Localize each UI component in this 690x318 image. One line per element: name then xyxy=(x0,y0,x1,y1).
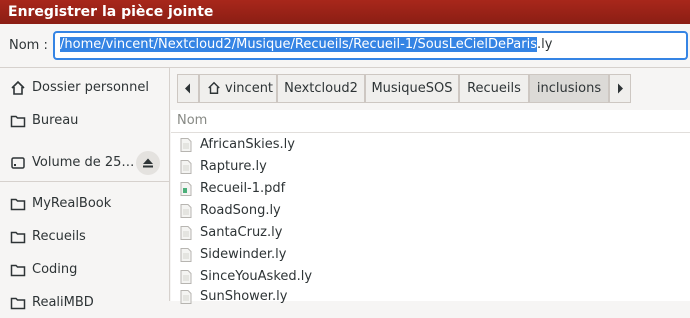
sidebar-item-myrealbook[interactable]: MyRealBook xyxy=(0,189,170,219)
filename-selected-text: /home/vincent/Nextcloud2/Musique/Recueil… xyxy=(60,37,537,52)
sidebar-item-label: Coding xyxy=(32,262,78,277)
file-name: Recueil-1.pdf xyxy=(200,181,286,196)
file-row[interactable]: SunShower.ly xyxy=(171,286,690,308)
pdf-file-icon xyxy=(180,182,192,196)
filename-input[interactable]: /home/vincent/Nextcloud2/Musique/Recueil… xyxy=(53,31,688,60)
text-file-icon xyxy=(180,160,192,174)
breadcrumb-item-recueils[interactable]: Recueils xyxy=(459,74,529,103)
file-row[interactable]: Sidewinder.ly xyxy=(171,244,690,266)
eject-icon xyxy=(143,158,153,168)
sidebar-separator xyxy=(0,181,170,182)
chevron-left-icon xyxy=(185,83,190,94)
breadcrumb-label: MusiqueSOS xyxy=(371,81,453,96)
home-icon xyxy=(11,80,25,95)
sidebar: Dossier personnel Bureau Volume de 25… M… xyxy=(0,68,170,310)
file-row[interactable]: RoadSong.ly xyxy=(171,200,690,222)
sidebar-item-label: Dossier personnel xyxy=(32,80,150,95)
breadcrumb-label: vincent xyxy=(225,81,274,96)
file-name: SinceYouAsked.ly xyxy=(200,269,313,284)
file-name: SantaCruz.ly xyxy=(200,225,283,240)
sidebar-item-bureau[interactable]: Bureau xyxy=(0,106,170,136)
text-file-icon xyxy=(180,204,192,218)
breadcrumb-label: inclusions xyxy=(536,81,602,96)
file-row[interactable]: Rapture.ly xyxy=(171,156,690,178)
eject-button[interactable] xyxy=(136,151,160,175)
breadcrumb-label: Recueils xyxy=(467,81,521,96)
file-row[interactable]: AfricanSkies.ly xyxy=(171,134,690,156)
breadcrumb: vincent Nextcloud2 MusiqueSOS Recueils i… xyxy=(171,68,690,110)
breadcrumb-forward-button[interactable] xyxy=(609,74,631,103)
folder-icon xyxy=(10,264,26,277)
home-icon xyxy=(208,81,220,94)
file-name: Rapture.ly xyxy=(200,159,267,174)
sidebar-item-volume[interactable]: Volume de 25… xyxy=(0,148,170,178)
text-file-icon xyxy=(180,138,192,152)
sidebar-item-label: Recueils xyxy=(32,229,86,244)
column-header-label: Nom xyxy=(177,113,208,128)
file-row[interactable]: SantaCruz.ly xyxy=(171,222,690,244)
sidebar-item-label: Bureau xyxy=(32,113,79,128)
drive-icon xyxy=(11,157,25,169)
breadcrumb-item-inclusions[interactable]: inclusions xyxy=(529,74,609,103)
text-file-icon xyxy=(180,226,192,240)
text-file-icon xyxy=(180,290,192,304)
sidebar-item-recueils[interactable]: Recueils xyxy=(0,222,170,252)
folder-icon xyxy=(10,115,26,128)
file-name: RoadSong.ly xyxy=(200,203,281,218)
file-name: SunShower.ly xyxy=(200,289,288,304)
sidebar-item-home[interactable]: Dossier personnel xyxy=(0,73,170,103)
column-header-name[interactable]: Nom xyxy=(171,110,690,133)
filename-extension-text: .ly xyxy=(536,37,553,52)
folder-icon xyxy=(10,297,26,310)
file-name: AfricanSkies.ly xyxy=(200,137,295,152)
text-file-icon xyxy=(180,270,192,284)
sidebar-item-label: MyRealBook xyxy=(32,196,112,211)
file-row[interactable]: SinceYouAsked.ly xyxy=(171,266,690,288)
folder-icon xyxy=(10,198,26,211)
window-title: Enregistrer la pièce jointe xyxy=(0,0,690,24)
sidebar-item-label: RealiMBD xyxy=(32,295,94,310)
sidebar-item-label: Volume de 25… xyxy=(32,155,135,170)
breadcrumb-item-musiquesos[interactable]: MusiqueSOS xyxy=(365,74,459,103)
sidebar-item-realimbd[interactable]: RealiMBD xyxy=(0,288,170,318)
name-label: Nom : xyxy=(9,38,48,53)
file-row[interactable]: Recueil-1.pdf xyxy=(171,178,690,200)
name-bar: Nom : /home/vincent/Nextcloud2/Musique/R… xyxy=(0,24,690,68)
breadcrumb-label: Nextcloud2 xyxy=(284,81,358,96)
text-file-icon xyxy=(180,248,192,262)
sidebar-item-coding[interactable]: Coding xyxy=(0,255,170,285)
breadcrumb-back-button[interactable] xyxy=(177,74,199,103)
folder-icon xyxy=(10,231,26,244)
breadcrumb-item-nextcloud2[interactable]: Nextcloud2 xyxy=(277,74,365,103)
chevron-right-icon xyxy=(618,83,623,94)
breadcrumb-item-vincent[interactable]: vincent xyxy=(199,74,277,103)
file-name: Sidewinder.ly xyxy=(200,247,287,262)
file-browser: vincent Nextcloud2 MusiqueSOS Recueils i… xyxy=(171,68,690,304)
